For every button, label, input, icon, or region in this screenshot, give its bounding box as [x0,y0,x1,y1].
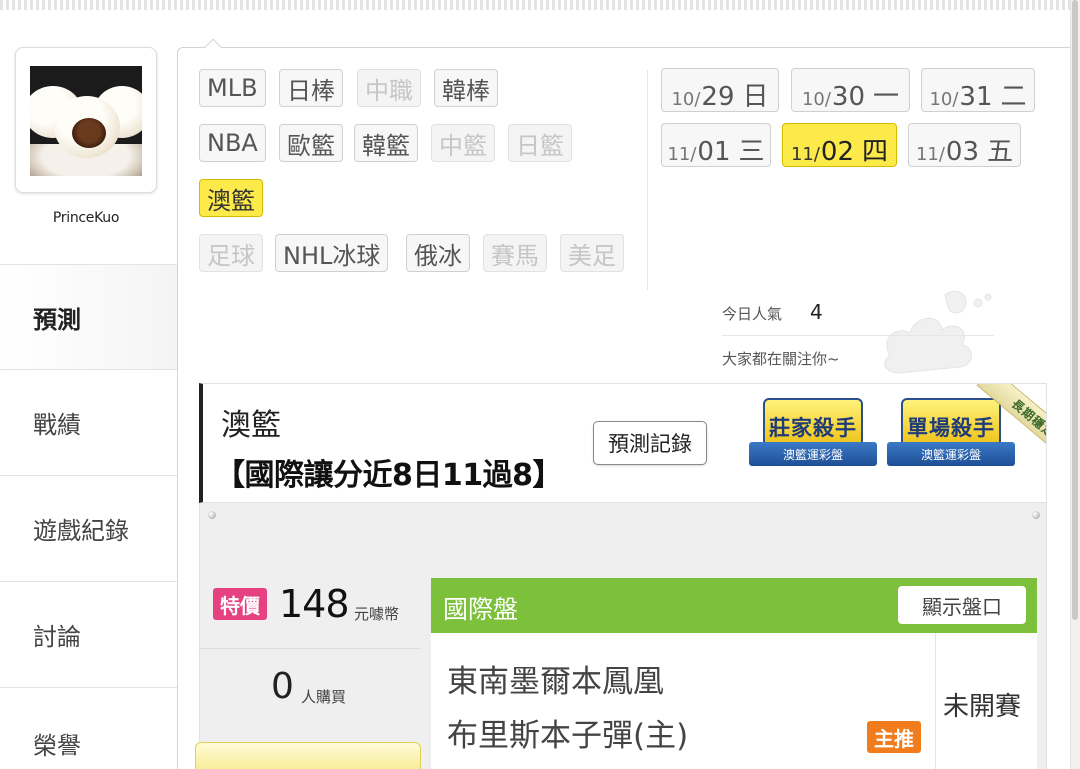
side-nav-label: 遊戲紀錄 [33,517,129,545]
side-nav-item-honors[interactable]: 榮譽 [0,688,178,768]
sport-chip-au-basketball[interactable]: 澳籃 [199,179,263,217]
divider [935,633,936,769]
date-day: 01 [697,137,731,167]
side-nav-item-record[interactable]: 戰績 [0,370,178,476]
avatar [30,66,142,176]
date-chip-1029[interactable]: 10/29 日 [661,68,779,112]
sport-chip-nba[interactable]: NBA [199,124,266,162]
pin-icon [1032,511,1040,519]
date-day: 29 [701,82,735,112]
price-value: 148 [279,582,350,626]
sale-tag: 特價 [213,588,267,620]
prediction-record-button[interactable]: 預測記錄 [593,421,707,465]
buyers-label: 人購買 [301,688,347,706]
sport-chip-nfl: 美足 [560,234,624,272]
side-nav-item-predict[interactable]: 預測 [0,264,178,370]
sport-chip-mlb[interactable]: MLB [199,69,266,107]
game-header: 國際盤 顯示盤口 [431,578,1037,633]
date-weekday: 二 [1000,82,1027,112]
date-month: 11/ [915,144,945,165]
side-nav-item-discussion[interactable]: 討論 [0,582,178,688]
date-day: 02 [820,137,855,167]
date-weekday: 一 [873,82,900,112]
date-day: 30 [831,82,866,112]
side-nav-label: 預測 [33,305,81,334]
side-nav-item-game-log[interactable]: 遊戲紀錄 [0,476,178,582]
pin-icon [208,511,216,519]
price-box: 特價 148 元噱幣 0 人購買 [195,578,421,769]
date-weekday: 三 [738,137,765,167]
divider [722,335,994,336]
badge-title: 莊家殺手 [769,416,857,440]
game-card: 國際盤 顯示盤口 東南墨爾本鳳凰 布里斯本子彈(主) 主推 未開賽 [431,578,1037,769]
side-nav: 預測 戰績 遊戲紀錄 討論 榮譽 [0,264,178,768]
date-day: 03 [945,137,980,167]
sport-chip-cn-basketball: 中籃 [431,124,495,162]
date-weekday: 日 [742,82,769,112]
sport-chip-cpbl: 中職 [357,69,421,107]
price-unit: 元噱幣 [354,605,400,623]
league-title: 澳籃 [221,408,281,443]
sport-chip-horse-racing: 賽馬 [483,234,547,272]
date-chip-1031[interactable]: 10/31 二 [921,68,1035,112]
date-day: 31 [959,82,993,112]
team-away: 東南墨爾本鳳凰 [447,664,664,700]
game-header-title: 國際盤 [443,595,519,624]
popularity-value: 4 [810,300,823,324]
badge-ribbon: 澳籃運彩盤 [749,442,877,466]
date-chip-1103[interactable]: 11/03 五 [908,123,1021,167]
team-home: 布里斯本子彈(主) [447,718,689,754]
sport-chip-kr-baseball[interactable]: 韓棒 [434,69,498,107]
badge-title: 單場殺手 [907,416,995,440]
date-chip-1030[interactable]: 10/30 一 [791,68,910,112]
buy-button[interactable] [195,742,421,769]
sport-chip-nhl[interactable]: NHL冰球 [275,234,389,272]
side-nav-label: 戰績 [33,411,81,439]
popularity-label: 今日人氣 [722,305,783,323]
main-pick-tag: 主推 [867,721,921,753]
sport-chip-jp-basketball: 日籃 [508,124,572,162]
popularity-note: 大家都在關注你~ [722,350,840,368]
sport-chip-jp-baseball[interactable]: 日棒 [279,69,343,107]
date-weekday: 五 [987,137,1014,167]
username[interactable]: PrinceKuo [0,210,172,226]
buyers-count: 0 [271,666,294,707]
sport-chip-kr-basketball[interactable]: 韓籃 [354,124,418,162]
league-banner: 澳籃 【國際讓分近8日11過8】 預測記錄 莊家殺手 澳籃運彩盤 單場殺手 澳籃… [199,383,1047,503]
badge-bookie-killer: 莊家殺手 澳籃運彩盤 [749,398,877,482]
date-chip-1101[interactable]: 11/01 三 [661,123,771,167]
side-nav-label: 榮譽 [33,732,81,760]
show-odds-button[interactable]: 顯示盤口 [898,586,1026,624]
date-month: 10/ [671,89,701,110]
date-weekday: 四 [862,137,889,167]
panel-divider [647,70,648,290]
divider [199,648,421,649]
top-edge-decoration [0,0,1080,10]
date-month: 11/ [790,144,820,165]
sport-chip-soccer: 足球 [199,234,263,272]
avatar-card[interactable] [15,47,157,193]
side-nav-label: 討論 [33,623,81,651]
date-chip-1102[interactable]: 11/02 四 [782,123,897,167]
date-month: 10/ [801,89,831,110]
sport-chip-eu-basketball[interactable]: 歐籃 [279,124,343,162]
date-month: 11/ [667,144,697,165]
game-status: 未開賽 [943,692,1022,722]
vertical-scrollbar[interactable] [1070,0,1080,769]
scrollbar-thumb[interactable] [1072,0,1078,620]
badge-single-game-killer: 單場殺手 澳籃運彩盤 [887,398,1015,482]
league-subtitle: 【國際讓分近8日11過8】 [215,458,563,493]
sport-chip-ru-hockey[interactable]: 俄冰 [406,234,470,272]
badge-ribbon: 澳籃運彩盤 [887,442,1015,466]
date-month: 10/ [929,89,959,110]
